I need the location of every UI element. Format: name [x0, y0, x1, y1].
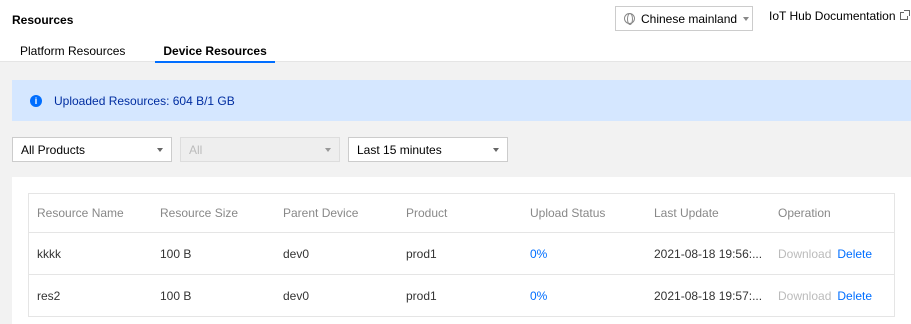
resource-name: res2 [37, 288, 61, 303]
product-select[interactable]: All Products [12, 137, 172, 162]
region-label: Chinese mainland [641, 11, 738, 26]
parent-device: dev0 [283, 288, 310, 303]
external-link-icon [899, 10, 910, 20]
info-icon: i [30, 94, 42, 107]
column-header: Resource Size [160, 206, 239, 220]
resource-size: 100 B [160, 288, 192, 303]
chevron-down-icon [157, 148, 163, 152]
operation-cell: Download Delete [770, 247, 894, 261]
resource-size: 100 B [160, 246, 192, 261]
chevron-down-icon [493, 148, 499, 152]
product-select-value: All Products [21, 142, 86, 157]
column-header: Parent Device [283, 206, 359, 220]
tab-bar: Platform Resources Device Resources [0, 40, 276, 63]
page-title: Resources [12, 13, 74, 27]
resources-panel: Resource Name Resource Size Parent Devic… [12, 177, 911, 324]
delete-button[interactable]: Delete [837, 289, 872, 303]
device-select-value: All [189, 142, 203, 157]
info-alert: i Uploaded Resources: 604 B/1 GB [12, 80, 911, 121]
product: prod1 [406, 288, 437, 303]
globe-icon [624, 13, 635, 25]
product: prod1 [406, 246, 437, 261]
time-range-value: Last 15 minutes [357, 142, 442, 157]
download-button: Download [778, 288, 832, 303]
column-header: Last Update [654, 206, 719, 220]
table-row: res2 100 B dev0 prod1 0% 2021-08-18 19:5… [29, 275, 894, 317]
operation-cell: Download Delete [770, 289, 894, 303]
tab-platform-resources[interactable]: Platform Resources [12, 40, 133, 62]
column-header: Upload Status [530, 206, 606, 220]
top-bar: Resources Chinese mainland IoT Hub Docum… [0, 0, 911, 63]
documentation-link[interactable]: IoT Hub Documentation [769, 9, 910, 23]
tab-device-resources[interactable]: Device Resources [155, 40, 276, 63]
last-update: 2021-08-18 19:57:... [654, 288, 763, 303]
column-header: Resource Name [37, 206, 124, 220]
table-row: kkkk 100 B dev0 prod1 0% 2021-08-18 19:5… [29, 233, 894, 275]
chevron-down-icon [325, 148, 331, 152]
table-header: Resource Name Resource Size Parent Devic… [29, 194, 894, 233]
resources-table: Resource Name Resource Size Parent Devic… [28, 193, 895, 317]
documentation-link-label: IoT Hub Documentation [769, 9, 896, 23]
column-header: Product [406, 206, 448, 220]
chevron-down-icon [743, 16, 750, 21]
alert-text: Uploaded Resources: 604 B/1 GB [54, 93, 235, 108]
device-select: All [180, 137, 340, 162]
column-header: Operation [778, 206, 831, 220]
resource-name: kkkk [37, 246, 61, 261]
upload-status: 0% [530, 288, 548, 303]
last-update: 2021-08-18 19:56:... [654, 246, 763, 261]
time-range-select[interactable]: Last 15 minutes [348, 137, 508, 162]
region-selector[interactable]: Chinese mainland [615, 6, 753, 31]
parent-device: dev0 [283, 246, 310, 261]
upload-status: 0% [530, 246, 548, 261]
download-button: Download [778, 246, 832, 261]
delete-button[interactable]: Delete [837, 247, 872, 261]
